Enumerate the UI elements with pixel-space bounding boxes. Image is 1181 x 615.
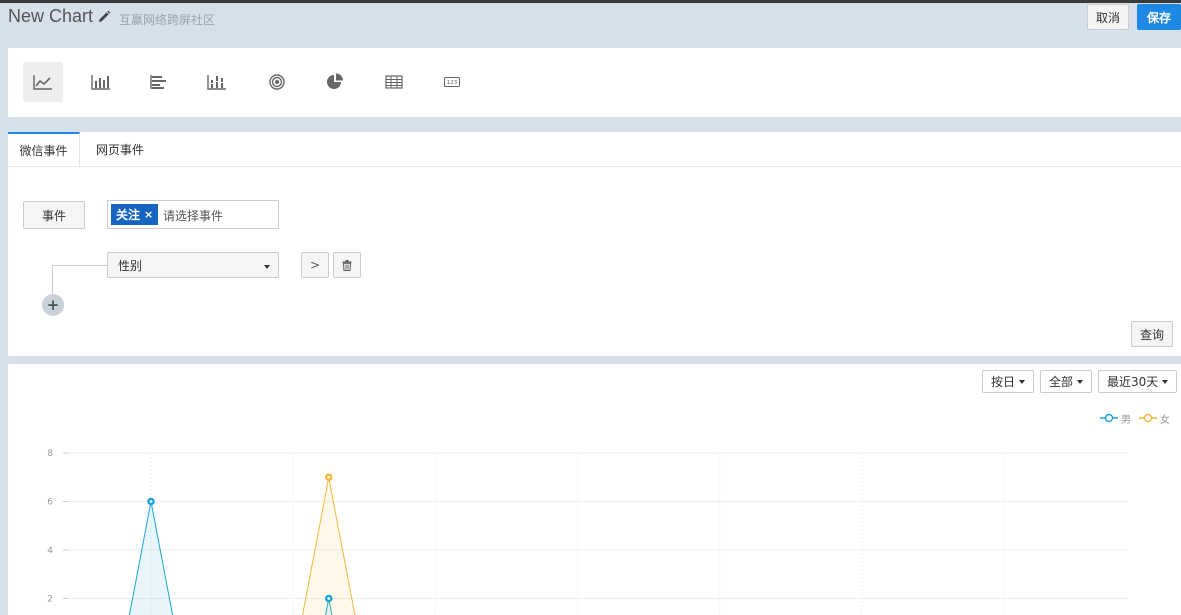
chart-title[interactable]: New Chart <box>8 6 93 27</box>
data-point-center <box>327 475 331 479</box>
range-dropdown[interactable]: 最近30天 <box>1098 370 1178 393</box>
event-tag: 关注 × <box>111 204 159 225</box>
event-placeholder[interactable]: 请选择事件 <box>163 207 223 224</box>
legend-item-male[interactable]: 男 <box>1100 411 1131 426</box>
y-tick-label: 2 <box>47 595 53 605</box>
scope-dropdown[interactable]: 全部 <box>1040 370 1093 393</box>
y-tick-label: 8 <box>47 449 53 459</box>
query-button[interactable]: 查询 <box>1131 321 1173 347</box>
horizontal-bar-chart-button[interactable] <box>139 62 179 102</box>
event-select-input[interactable]: 关注 × 请选择事件 <box>107 200 279 229</box>
chevron-down-icon <box>1162 379 1169 384</box>
bar-chart-button[interactable] <box>81 62 121 102</box>
stacked-bar-chart-button[interactable] <box>197 62 237 102</box>
tree-connector <box>52 265 53 295</box>
add-condition-button[interactable]: + <box>42 294 64 316</box>
table-icon <box>385 75 403 89</box>
group-by-value: 性别 <box>118 258 143 273</box>
legend-marker-icon <box>1139 413 1157 423</box>
legend-item-female[interactable]: 女 <box>1139 411 1170 426</box>
bar-chart-icon <box>91 75 110 90</box>
event-tag-label: 关注 <box>116 208 141 222</box>
trash-icon <box>342 259 352 271</box>
target-icon <box>269 74 285 90</box>
legend-label: 女 <box>1160 414 1170 426</box>
area-fill <box>129 501 173 615</box>
number-icon: 123 <box>444 77 460 87</box>
cancel-button[interactable]: 取消 <box>1087 4 1129 30</box>
project-name: 互赢网络跨屏社区 <box>119 13 216 27</box>
data-point-center <box>149 500 153 503</box>
legend-marker-icon <box>1100 413 1118 423</box>
range-value: 最近30天 <box>1107 375 1159 389</box>
tree-connector <box>52 265 107 266</box>
next-button[interactable]: > <box>301 252 329 278</box>
save-button[interactable]: 保存 <box>1137 4 1181 30</box>
svg-text:123: 123 <box>447 80 458 86</box>
plus-icon: + <box>46 296 60 314</box>
data-point-center <box>327 597 331 600</box>
chart-canvas: 8 6 4 2 <box>47 449 1128 615</box>
tab-web-events[interactable]: 网页事件 <box>84 132 156 167</box>
tab-wechat-events[interactable]: 微信事件 <box>8 132 80 168</box>
table-button[interactable] <box>374 62 414 102</box>
pie-chart-icon <box>327 73 343 89</box>
y-tick-label: 4 <box>47 546 53 556</box>
chevron-down-icon <box>1019 379 1026 384</box>
y-tick-label: 6 <box>47 498 53 508</box>
horizontal-bar-chart-icon <box>150 75 166 89</box>
group-by-select[interactable]: 性别 <box>107 252 279 278</box>
chevron-down-icon <box>1077 379 1084 384</box>
interval-dropdown[interactable]: 按日 <box>982 370 1035 393</box>
scope-value: 全部 <box>1049 375 1074 389</box>
pie-chart-button[interactable] <box>315 62 355 102</box>
legend-label: 男 <box>1121 414 1131 426</box>
target-chart-button[interactable] <box>257 62 297 102</box>
event-tabs: 微信事件 网页事件 <box>8 132 1181 168</box>
line-chart-button[interactable] <box>23 62 63 102</box>
interval-value: 按日 <box>991 375 1016 389</box>
stacked-bar-chart-icon <box>207 75 226 90</box>
query-panel: 微信事件 网页事件 事件 关注 × 请选择事件 性别 > + 查询 <box>8 132 1181 356</box>
remove-tag-icon[interactable]: × <box>144 208 153 221</box>
chevron-right-icon: > <box>309 258 321 272</box>
delete-button[interactable] <box>333 252 361 278</box>
top-border <box>0 0 1181 3</box>
area-fill <box>302 477 355 615</box>
event-button[interactable]: 事件 <box>23 201 85 229</box>
chart-type-panel: 123 <box>8 48 1181 117</box>
pencil-icon[interactable] <box>97 10 111 24</box>
number-button[interactable]: 123 <box>432 62 472 102</box>
chart-panel: 按日 全部 最近30天 男 女 8 6 4 2 <box>8 364 1181 615</box>
line-chart-icon <box>33 75 52 90</box>
chevron-down-icon <box>264 265 270 269</box>
